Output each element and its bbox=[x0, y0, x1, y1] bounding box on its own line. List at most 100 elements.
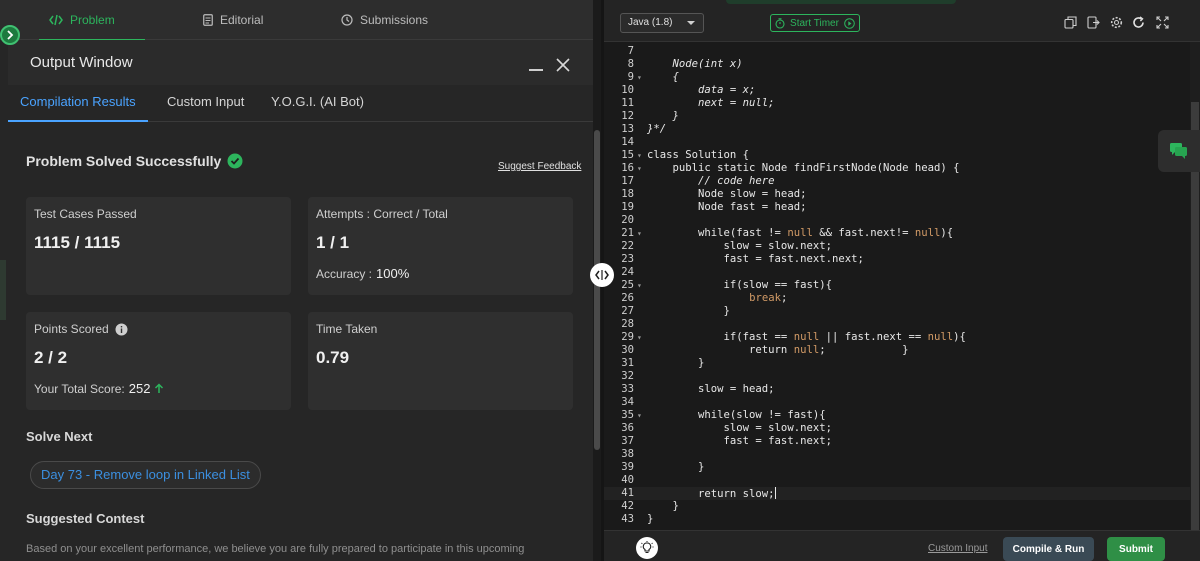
code-line[interactable]: 22 slow = slow.next; bbox=[604, 240, 1190, 253]
code-line[interactable]: 17 // code here bbox=[604, 175, 1190, 188]
code-line[interactable]: 34 bbox=[604, 396, 1190, 409]
tab-editorial-label: Editorial bbox=[220, 13, 264, 27]
solve-next-problem-link[interactable]: Day 73 - Remove loop in Linked List bbox=[30, 461, 261, 489]
refresh-icon[interactable] bbox=[1132, 16, 1145, 29]
start-timer-button[interactable]: Start Timer bbox=[770, 14, 860, 32]
code-line[interactable]: 11 next = null; bbox=[604, 97, 1190, 110]
minimize-icon[interactable] bbox=[529, 69, 543, 71]
line-number: 29 bbox=[621, 331, 634, 343]
code-editor[interactable]: 78 Node(int x) 9 ▾ {10 data = x; 11 next = … bbox=[604, 42, 1190, 530]
code-line[interactable]: 12 } bbox=[604, 110, 1190, 123]
hint-button[interactable] bbox=[636, 537, 658, 559]
code-text: data = x; bbox=[647, 84, 756, 96]
accuracy-value: 100% bbox=[376, 266, 410, 281]
code-line[interactable]: 39 } bbox=[604, 461, 1190, 474]
code-line[interactable]: 33 slow = head; bbox=[604, 383, 1190, 396]
stopwatch-icon bbox=[775, 17, 785, 29]
code-line[interactable]: 43} bbox=[604, 513, 1190, 526]
code-line[interactable]: 24 bbox=[604, 266, 1190, 279]
code-text: slow = slow.next; bbox=[647, 240, 832, 252]
code-line[interactable]: 26 break; bbox=[604, 292, 1190, 305]
tab-editorial[interactable]: Editorial bbox=[203, 0, 263, 40]
code-line[interactable]: 30 return null; } bbox=[604, 344, 1190, 357]
fold-chevron-icon[interactable]: ▾ bbox=[637, 279, 642, 292]
chat-icon bbox=[1170, 143, 1187, 159]
fold-chevron-icon[interactable]: ▾ bbox=[637, 409, 642, 422]
code-line[interactable]: 35 ▾ while(slow != fast){ bbox=[604, 409, 1190, 422]
play-circle-icon bbox=[844, 17, 855, 29]
gear-icon[interactable] bbox=[1110, 16, 1123, 29]
code-line[interactable]: 15 ▾ class Solution { bbox=[604, 149, 1190, 162]
top-accent-strip bbox=[726, 0, 956, 4]
editor-panel: Java (1.8) Start Timer 78 Node(int x) 9 ▾ … bbox=[604, 0, 1200, 561]
code-text: break; bbox=[749, 292, 788, 304]
info-icon[interactable] bbox=[115, 323, 128, 336]
code-line[interactable]: 23 fast = fast.next.next; bbox=[604, 253, 1190, 266]
tab-custom-input[interactable]: Custom Input bbox=[167, 85, 244, 122]
editor-scrollbar[interactable] bbox=[1190, 42, 1200, 530]
code-line[interactable]: 14 bbox=[604, 136, 1190, 149]
code-line[interactable]: 13}*/ bbox=[604, 123, 1190, 136]
line-number: 33 bbox=[621, 383, 634, 395]
code-line[interactable]: 41 return slow; bbox=[604, 487, 1190, 500]
line-number: 40 bbox=[621, 474, 634, 486]
submit-button[interactable]: Submit bbox=[1107, 537, 1165, 561]
copy-icon[interactable] bbox=[1064, 16, 1077, 29]
chevron-right-icon bbox=[7, 30, 14, 40]
tab-compilation-results[interactable]: Compilation Results bbox=[8, 85, 148, 122]
close-icon[interactable] bbox=[555, 57, 571, 73]
code-line[interactable]: 37 fast = fast.next; bbox=[604, 435, 1190, 448]
code-line[interactable]: 8 Node(int x) bbox=[604, 58, 1190, 71]
code-line[interactable]: 25 ▾ if(slow == fast){ bbox=[604, 279, 1190, 292]
code-line[interactable]: 32 bbox=[604, 370, 1190, 383]
fold-chevron-icon[interactable]: ▾ bbox=[637, 227, 642, 240]
fullscreen-icon[interactable] bbox=[1156, 16, 1169, 29]
code-line[interactable]: 10 data = x; bbox=[604, 84, 1190, 97]
code-line[interactable]: 36 slow = slow.next; bbox=[604, 422, 1190, 435]
code-text: if(fast == null || fast.next == null){ bbox=[647, 331, 966, 343]
line-number: 8 bbox=[627, 58, 634, 70]
suggest-feedback-link[interactable]: Suggest Feedback bbox=[498, 161, 581, 172]
code-text: Node(int x) bbox=[647, 58, 743, 70]
code-line[interactable]: 27 } bbox=[604, 305, 1190, 318]
line-number: 36 bbox=[621, 422, 634, 434]
code-line[interactable]: 38 bbox=[604, 448, 1190, 461]
resize-handle[interactable] bbox=[590, 263, 614, 287]
card-attempts: Attempts : Correct / Total 1 / 1 Accurac… bbox=[308, 197, 573, 295]
tab-problem-label: Problem bbox=[70, 13, 115, 27]
fold-chevron-icon[interactable]: ▾ bbox=[637, 149, 642, 162]
code-line[interactable]: 42 } bbox=[604, 500, 1190, 513]
compile-run-button[interactable]: Compile & Run bbox=[1003, 537, 1094, 561]
tab-yogi-ai-bot[interactable]: Y.O.G.I. (AI Bot) bbox=[271, 85, 364, 122]
code-text: }*/ bbox=[647, 123, 667, 135]
line-number: 20 bbox=[621, 214, 634, 226]
code-line[interactable]: 28 bbox=[604, 318, 1190, 331]
card-test-cases: Test Cases Passed 1115 / 1115 bbox=[26, 197, 291, 295]
code-line[interactable]: 31 } bbox=[604, 357, 1190, 370]
code-line[interactable]: 40 bbox=[604, 474, 1190, 487]
code-line[interactable]: 7 bbox=[604, 45, 1190, 58]
code-line[interactable]: 19 Node fast = head; bbox=[604, 201, 1190, 214]
code-line[interactable]: 29 ▾ if(fast == null || fast.next == null… bbox=[604, 331, 1190, 344]
code-line[interactable]: 20 bbox=[604, 214, 1190, 227]
tab-submissions[interactable]: Submissions bbox=[341, 0, 428, 40]
code-line[interactable]: 18 Node slow = head; bbox=[604, 188, 1190, 201]
line-number: 34 bbox=[621, 396, 634, 408]
code-line[interactable]: 16 ▾ public static Node findFirstNode(Nod… bbox=[604, 162, 1190, 175]
chevron-down-icon bbox=[687, 21, 695, 25]
expand-sidebar-button[interactable] bbox=[0, 25, 20, 45]
custom-input-link[interactable]: Custom Input bbox=[928, 543, 987, 554]
fold-chevron-icon[interactable]: ▾ bbox=[637, 162, 642, 175]
problem-panel: Problem Editorial Submissions Output Win… bbox=[0, 0, 593, 561]
code-icon bbox=[49, 14, 63, 26]
code-line[interactable]: 9 ▾ { bbox=[604, 71, 1190, 84]
language-select[interactable]: Java (1.8) bbox=[620, 13, 704, 33]
code-line[interactable]: 21 ▾ while(fast != null && fast.next!= nu… bbox=[604, 227, 1190, 240]
export-icon[interactable] bbox=[1087, 16, 1100, 29]
chat-button[interactable] bbox=[1158, 130, 1200, 172]
output-scrollbar-thumb[interactable] bbox=[594, 130, 600, 450]
tab-problem[interactable]: Problem bbox=[39, 0, 145, 41]
fold-chevron-icon[interactable]: ▾ bbox=[637, 331, 642, 344]
total-score-label: Your Total Score: bbox=[34, 381, 125, 396]
fold-chevron-icon[interactable]: ▾ bbox=[637, 71, 642, 84]
